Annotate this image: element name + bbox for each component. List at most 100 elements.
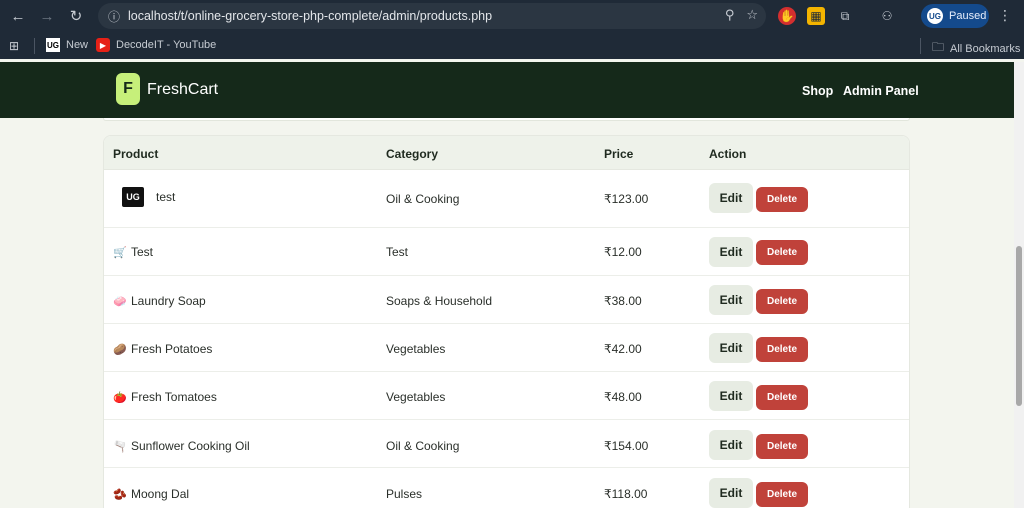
delete-button[interactable]: Delete [756,240,808,265]
menu-kebab-icon[interactable]: ⋮ [998,7,1012,24]
header-product: Product [113,147,159,161]
product-cell: 🛒 Test [113,245,153,259]
product-name: Moong Dal [131,487,190,501]
product-price: ₹12.00 [604,245,642,259]
edit-button[interactable]: Edit [709,333,753,363]
brand-name[interactable]: FreshCart [147,81,218,99]
table-row: 🥔 Fresh Potatoes Vegetables ₹42.00 Edit D… [104,324,909,372]
product-name: Fresh Potatoes [131,342,213,356]
edit-button[interactable]: Edit [709,381,753,411]
extension-red-icon[interactable]: ✋ [778,7,796,25]
product-cell: 🫘 Moong Dal [113,487,189,501]
edit-button[interactable]: Edit [709,478,753,508]
oil-icon: 🫗 [113,441,127,453]
delete-button[interactable]: Delete [756,385,808,410]
nav-admin-panel[interactable]: Admin Panel [843,84,919,98]
product-category: Vegetables [386,390,446,404]
ug-logo-icon: UG [46,38,60,52]
delete-button[interactable]: Delete [756,434,808,459]
product-category: Vegetables [386,342,446,356]
table-row: 🫗 Sunflower Cooking Oil Oil & Cooking ₹15… [104,420,909,468]
table-row: UG test Oil & Cooking ₹123.00 Edit Delet… [104,170,909,228]
scrollbar-thumb[interactable] [1016,246,1022,406]
url-text[interactable]: localhost/t/online-grocery-store-php-com… [128,9,492,23]
page-viewport: F FreshCart Shop Admin Panel Product Cat… [0,59,1024,508]
nav-shop[interactable]: Shop [802,84,833,98]
edit-button[interactable]: Edit [709,430,753,460]
product-name: Fresh Tomatoes [131,390,217,404]
product-name: test [156,190,176,204]
bookmarks-bar: ⊞ UG New ▶ DecodeIT - YouTube 🗀 All Book… [0,33,1024,59]
product-price: ₹154.00 [604,439,649,453]
product-name: Test [131,245,154,259]
edit-button[interactable]: Edit [709,237,753,267]
browser-toolbar: ← → ↻ ⓘ localhost/t/online-grocery-store… [0,0,1024,33]
profile-button[interactable]: UG Paused [921,4,989,28]
delete-button[interactable]: Delete [756,337,808,362]
apps-grid-icon[interactable]: ⊞ [9,39,19,53]
product-price: ₹42.00 [604,342,642,356]
soap-icon: 🧼 [113,296,127,308]
bookmark-star-icon[interactable]: ☆ [746,7,758,23]
header-category: Category [386,147,439,161]
tomato-icon: 🍅 [113,392,127,404]
product-category: Oil & Cooking [386,192,460,206]
table-row: 🛒 Test Test ₹12.00 Edit Delete [104,228,909,276]
table-row: 🍅 Fresh Tomatoes Vegetables ₹48.00 Edit D… [104,372,909,420]
table-row: 🫘 Moong Dal Pulses ₹118.00 Edit Delete [104,468,909,508]
youtube-icon: ▶ [96,38,110,52]
table-header: Product Category Price Action [104,136,909,170]
product-price: ₹123.00 [604,192,649,206]
edit-button[interactable]: Edit [709,285,753,315]
potato-icon: 🥔 [113,344,127,356]
delete-button[interactable]: Delete [756,187,808,212]
site-info-icon[interactable]: ⓘ [102,8,126,25]
product-cell: 🍅 Fresh Tomatoes [113,390,217,404]
zoom-icon[interactable]: ⚲ [725,7,735,23]
page-scrollbar[interactable] [1014,62,1024,508]
address-bar[interactable]: ⓘ localhost/t/online-grocery-store-php-c… [98,3,766,29]
product-price: ₹48.00 [604,390,642,404]
product-category: Pulses [386,487,423,501]
product-name: Laundry Soap [131,294,206,308]
reload-icon[interactable]: ↻ [62,2,90,30]
products-table: Product Category Price Action UG test Oi… [103,135,910,508]
bookmark-label: DecodeIT - YouTube [116,39,217,51]
cart-icon: 🛒 [113,247,127,259]
incognito-icon[interactable]: ⚇ [878,7,896,25]
bookmark-new[interactable]: UG New [46,38,88,52]
delete-button[interactable]: Delete [756,482,808,507]
edit-button[interactable]: Edit [709,183,753,213]
product-cell: 🫗 Sunflower Cooking Oil [113,439,250,453]
product-category: Soaps & Household [386,294,493,308]
extensions-puzzle-icon[interactable]: ⧉ [836,7,854,25]
avatar: UG [927,8,943,24]
header-price: Price [604,147,634,161]
back-icon[interactable]: ← [4,2,32,30]
product-category: Oil & Cooking [386,439,460,453]
bookmarks-divider [920,38,921,54]
site-header: F FreshCart Shop Admin Panel [0,62,1014,118]
delete-button[interactable]: Delete [756,289,808,314]
product-cell: 🥔 Fresh Potatoes [113,342,212,356]
previous-card-edge [103,118,910,121]
bookmark-label: New [66,39,89,51]
product-cell: 🧼 Laundry Soap [113,294,206,308]
product-price: ₹38.00 [604,294,642,308]
product-name: Sunflower Cooking Oil [131,439,250,453]
profile-status: Paused [949,10,987,22]
extension-yellow-icon[interactable]: ▦ [807,7,825,25]
header-action: Action [709,147,747,161]
beans-icon: 🫘 [113,489,127,501]
product-category: Test [386,245,409,259]
bookmark-youtube[interactable]: ▶ DecodeIT - YouTube [96,38,216,52]
forward-icon[interactable]: → [33,2,61,30]
product-thumbnail: UG [122,187,144,207]
logo-mark[interactable]: F [116,73,140,105]
bookmarks-divider [34,38,35,54]
all-bookmarks-label: All Bookmarks [950,42,1021,55]
folder-icon: 🗀 [932,40,945,54]
all-bookmarks[interactable]: 🗀 All Bookmarks [932,38,1020,59]
product-price: ₹118.00 [604,487,648,501]
table-row: 🧼 Laundry Soap Soaps & Household ₹38.00 E… [104,276,909,324]
